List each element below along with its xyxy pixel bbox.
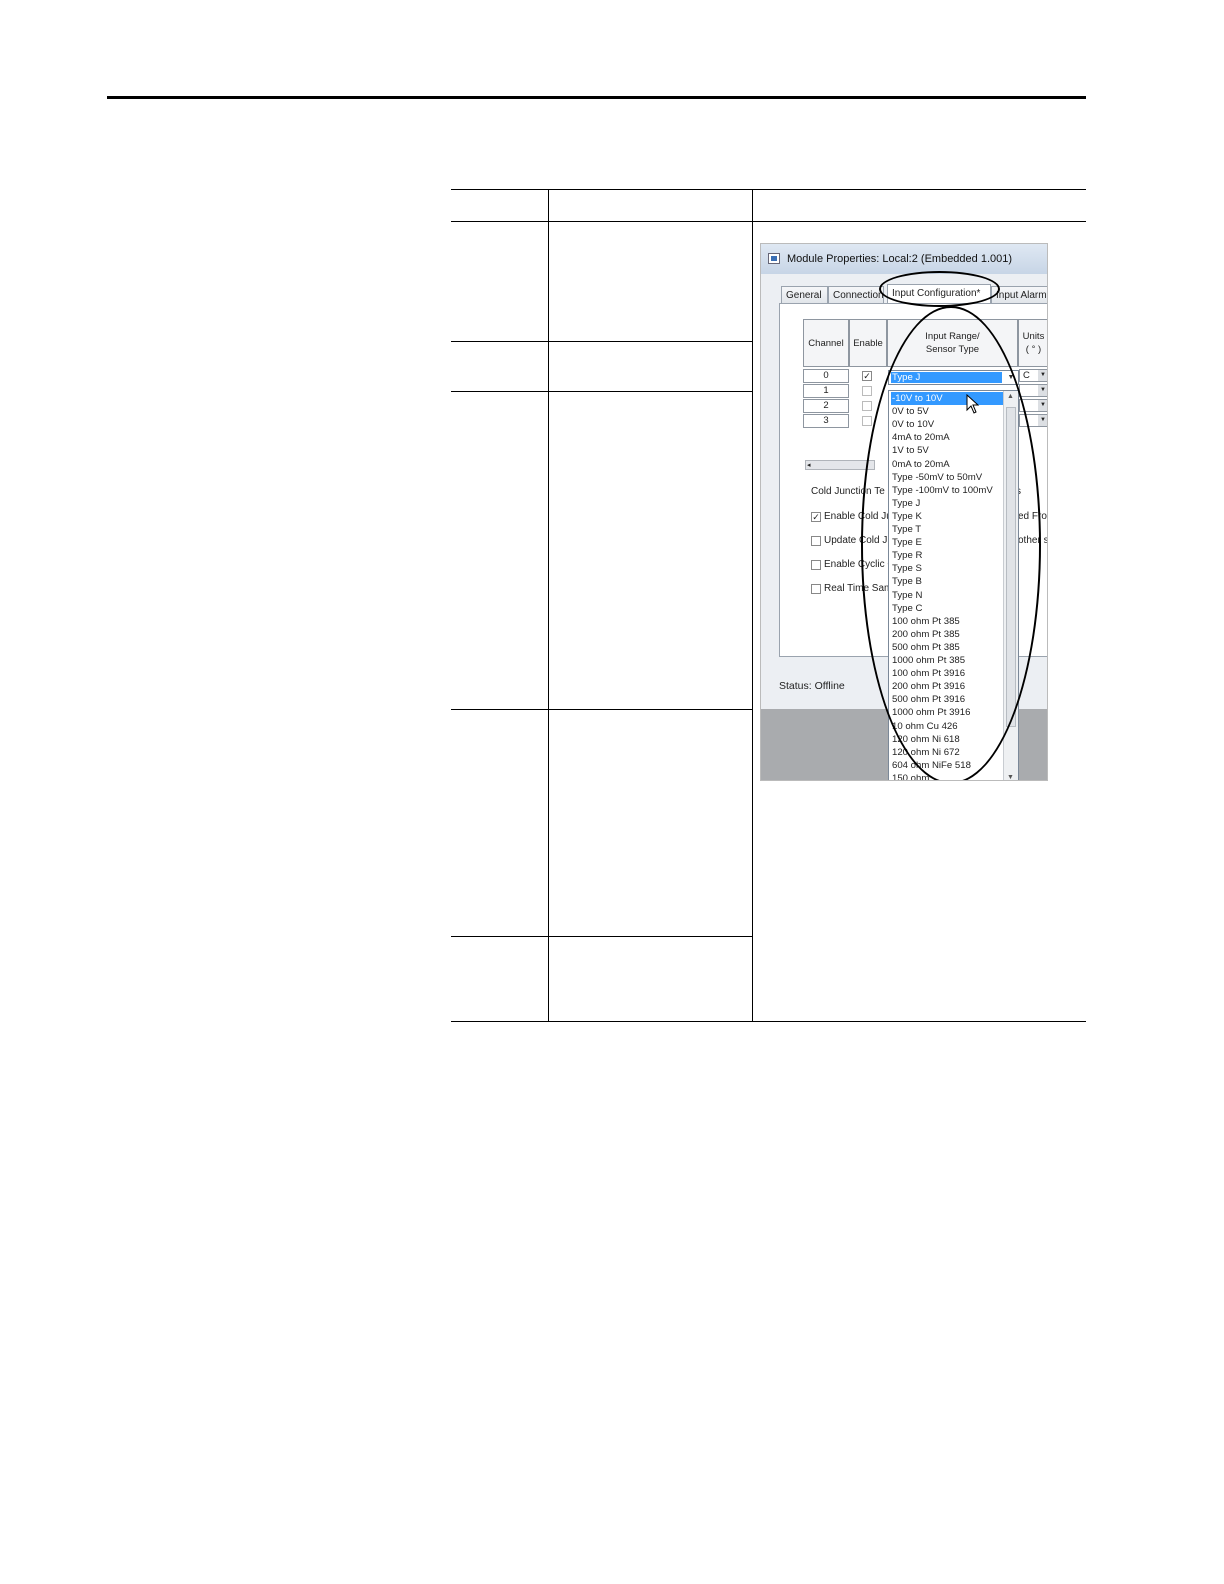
- enable-checkbox[interactable]: [862, 386, 872, 396]
- enable-cyclic-checkbox[interactable]: [811, 560, 821, 570]
- grid-horizontal-scrollbar[interactable]: ◂: [805, 460, 875, 470]
- enable-column-header: Enable: [849, 319, 887, 367]
- table-column-rule: [752, 189, 753, 1022]
- channel-cell: 1: [803, 384, 849, 398]
- chevron-down-icon[interactable]: ▼: [1038, 415, 1047, 426]
- tab-highlight-ellipse: [879, 271, 1000, 307]
- header-rule: [107, 96, 1086, 99]
- status-value: Offline: [814, 680, 845, 692]
- dialog-titlebar: Module Properties: Local:2 (Embedded 1.0…: [761, 244, 1047, 274]
- table-row-rule: [451, 936, 752, 937]
- enable-checkbox[interactable]: [862, 416, 872, 426]
- channel-cell: 3: [803, 414, 849, 428]
- dialog-title: Module Properties: Local:2 (Embedded 1.0…: [787, 253, 1013, 265]
- window-icon: [768, 253, 780, 264]
- units-value: C: [1023, 370, 1030, 381]
- real-time-sample-checkbox[interactable]: [811, 584, 821, 594]
- enable-cold-junction-checkbox[interactable]: ✓: [811, 512, 821, 522]
- units-column-header: Units ( ° ): [1018, 319, 1047, 367]
- status-line: Status: Offline: [779, 680, 845, 692]
- units-dropdown[interactable]: C ▼: [1019, 369, 1047, 382]
- table-column-rule: [548, 189, 549, 1022]
- chevron-left-icon[interactable]: ◂: [807, 461, 811, 469]
- table-header-rule: [451, 221, 1086, 222]
- chevron-down-icon[interactable]: ▼: [1038, 370, 1047, 381]
- enable-checkbox[interactable]: [862, 401, 872, 411]
- update-cold-junction-checkbox[interactable]: [811, 536, 821, 546]
- channel-column-header: Channel: [803, 319, 849, 367]
- units-dropdown[interactable]: ▼: [1019, 384, 1047, 397]
- table-top-rule: [451, 189, 1086, 190]
- chevron-down-icon[interactable]: ▼: [1038, 385, 1047, 396]
- tab-general[interactable]: General: [781, 286, 828, 303]
- table-bottom-rule: [451, 1021, 1086, 1022]
- table-row-rule: [451, 391, 752, 392]
- table-row-rule: [451, 709, 752, 710]
- status-label: Status:: [779, 680, 812, 692]
- scroll-down-icon[interactable]: ▼: [1007, 774, 1014, 780]
- table-row-rule: [451, 341, 752, 342]
- channel-cell: 2: [803, 399, 849, 413]
- tab-connection[interactable]: Connection: [828, 286, 884, 303]
- module-properties-screenshot: Module Properties: Local:2 (Embedded 1.0…: [760, 243, 1048, 781]
- dropdown-highlight-ellipse: [861, 306, 1041, 780]
- enable-checkbox[interactable]: ✓: [862, 371, 872, 381]
- channel-cell: 0: [803, 369, 849, 383]
- chevron-down-icon[interactable]: ▼: [1038, 400, 1047, 411]
